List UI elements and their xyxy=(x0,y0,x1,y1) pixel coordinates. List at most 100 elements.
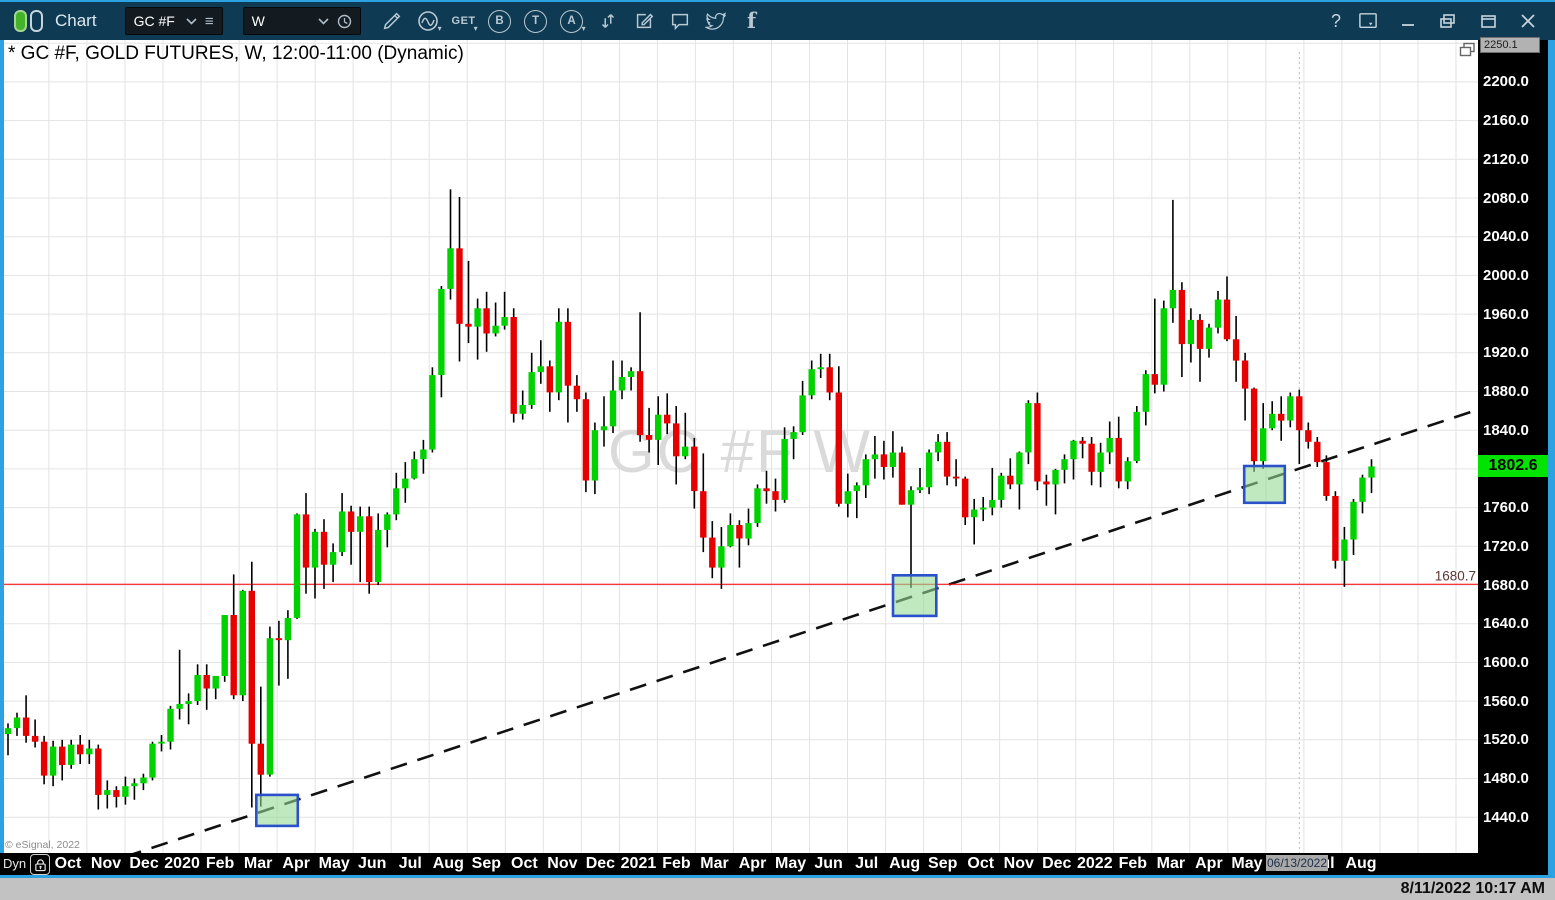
x-axis-month-label: Dec xyxy=(1042,855,1071,873)
x-axis-month-label: Jun xyxy=(358,855,386,873)
x-axis-month-label: Mar xyxy=(244,855,272,873)
export-window-icon[interactable] xyxy=(1355,9,1381,33)
alerts-icon[interactable]: A▾ xyxy=(559,8,585,34)
x-axis-month-label: Aug xyxy=(889,855,920,873)
x-axis-month-label: 2020 xyxy=(164,855,200,873)
x-axis-month-label: Feb xyxy=(1119,855,1147,873)
symbol-select-value: GC #F xyxy=(134,13,178,29)
window-controls: ? xyxy=(1331,9,1541,33)
window-title: Chart xyxy=(55,11,97,31)
x-axis-month-label: Oct xyxy=(511,855,538,873)
highlight-box xyxy=(893,575,936,616)
minimize-icon[interactable] xyxy=(1395,9,1421,33)
interval-select-value: W xyxy=(252,13,310,29)
x-axis-month-label: Apr xyxy=(739,855,767,873)
window-right-border xyxy=(1548,40,1555,875)
updown-arrows-icon[interactable] xyxy=(595,8,621,34)
x-axis-month-label: Jul xyxy=(855,855,878,873)
price-tick-label: 1720.0 xyxy=(1483,538,1529,555)
toolbar-buttons: ▾ GET▾ B T A▾ f xyxy=(379,8,765,34)
copyright-label: © eSignal, 2022 xyxy=(5,839,80,851)
price-tick-label: 2200.0 xyxy=(1483,73,1529,90)
popout-chart-icon[interactable] xyxy=(1459,42,1476,57)
upper-price-badge: 2250.1 xyxy=(1480,37,1540,53)
interval-select[interactable]: W xyxy=(243,7,361,35)
price-tick-label: 1480.0 xyxy=(1483,770,1529,787)
symbol-select[interactable]: GC #F ≡ xyxy=(125,7,223,35)
price-tick-label: 1680.0 xyxy=(1483,577,1529,594)
interval-history-icon[interactable] xyxy=(337,14,352,29)
price-tick-label: 1920.0 xyxy=(1483,344,1529,361)
chevron-down-icon xyxy=(186,18,197,25)
x-axis-month-label: May xyxy=(319,855,350,873)
get-icon[interactable]: GET▾ xyxy=(451,8,477,34)
highlight-box xyxy=(1244,466,1285,503)
lock-icon[interactable] xyxy=(30,854,50,875)
highlight-box xyxy=(256,795,298,826)
draw-pencil-icon[interactable] xyxy=(379,8,405,34)
twitter-icon[interactable] xyxy=(703,8,729,34)
x-axis-month-label: 2022 xyxy=(1077,855,1113,873)
notes-icon[interactable] xyxy=(631,8,657,34)
x-axis-month-label: Mar xyxy=(700,855,728,873)
x-axis-month-label: Apr xyxy=(282,855,310,873)
chart-watermark: GC #F W xyxy=(608,418,872,485)
help-button[interactable]: ? xyxy=(1331,11,1341,32)
x-axis-month-label: Nov xyxy=(547,855,577,873)
x-axis-month-label: Dec xyxy=(586,855,615,873)
x-axis-month-label: Aug xyxy=(1345,855,1376,873)
x-axis-month-label: Nov xyxy=(91,855,121,873)
x-axis-month-label: Oct xyxy=(55,855,82,873)
price-tick-label: 2000.0 xyxy=(1483,267,1529,284)
x-axis-month-label: Jul xyxy=(399,855,422,873)
chevron-down-icon xyxy=(318,18,329,25)
price-tick-label: 1560.0 xyxy=(1483,693,1529,710)
chart-title: * GC #F, GOLD FUTURES, W, 12:00-11:00 (D… xyxy=(8,43,464,65)
last-price-badge: 1802.6 xyxy=(1478,455,1548,477)
price-tick-label: 1600.0 xyxy=(1483,654,1529,671)
toolbar: Chart GC #F ≡ W ▾ GET▾ B T A▾ xyxy=(0,2,1555,40)
chart-plot-area[interactable]: GC #F W 1680.7 xyxy=(0,40,1478,853)
x-axis-month-label: 2021 xyxy=(621,855,657,873)
hline-price-label: 1680.7 xyxy=(1435,568,1476,583)
price-tick-label: 1440.0 xyxy=(1483,809,1529,826)
trade-icon[interactable]: T xyxy=(523,8,549,34)
restore-icon[interactable] xyxy=(1435,9,1461,33)
x-axis-month-label: Oct xyxy=(967,855,994,873)
event-date-badge: 06/13/2022 xyxy=(1266,855,1328,871)
maximize-icon[interactable] xyxy=(1475,9,1501,33)
x-axis-month-label: Aug xyxy=(433,855,464,873)
window-left-border xyxy=(0,40,4,875)
esignal-logo-icon xyxy=(14,10,43,32)
x-axis-month-label: May xyxy=(1231,855,1262,873)
facebook-icon[interactable]: f xyxy=(739,8,765,34)
dynamic-mode-toggle[interactable]: Dyn xyxy=(3,856,26,871)
bid-icon[interactable]: B xyxy=(487,8,513,34)
x-axis-month-label: Sep xyxy=(472,855,501,873)
price-tick-label: 2160.0 xyxy=(1483,112,1529,129)
chat-icon[interactable] xyxy=(667,8,693,34)
price-axis[interactable]: 2240.02200.02160.02120.02080.02040.02000… xyxy=(1478,40,1548,853)
price-tick-label: 1880.0 xyxy=(1483,383,1529,400)
x-axis-month-label: Sep xyxy=(928,855,957,873)
price-tick-label: 2040.0 xyxy=(1483,228,1529,245)
status-bar: 8/11/2022 10:17 AM xyxy=(0,878,1555,900)
clock-timestamp: 8/11/2022 10:17 AM xyxy=(1401,880,1545,898)
price-tick-label: 1760.0 xyxy=(1483,499,1529,516)
studies-icon[interactable]: ▾ xyxy=(415,8,441,34)
price-tick-label: 2120.0 xyxy=(1483,151,1529,168)
x-axis-month-label: Apr xyxy=(1195,855,1223,873)
price-tick-label: 1640.0 xyxy=(1483,615,1529,632)
x-axis-month-label: Feb xyxy=(206,855,234,873)
date-axis[interactable]: Dyn Oct Nov Dec 2020 Feb Mar Apr May Jun Jul Aug Se… xyxy=(0,853,1548,875)
candlestick-series xyxy=(5,189,1375,809)
x-axis-month-label: Dec xyxy=(129,855,158,873)
price-tick-label: 1840.0 xyxy=(1483,422,1529,439)
price-tick-label: 1520.0 xyxy=(1483,731,1529,748)
price-tick-label: 2080.0 xyxy=(1483,190,1529,207)
x-axis-month-label: Mar xyxy=(1157,855,1185,873)
chart-region: GC #F W 1680.7 * GC #F, GOLD FUTURES, W, … xyxy=(0,40,1555,853)
close-icon[interactable] xyxy=(1515,9,1541,33)
symbol-menu-icon[interactable]: ≡ xyxy=(205,13,214,30)
x-axis-month-label: Feb xyxy=(662,855,690,873)
